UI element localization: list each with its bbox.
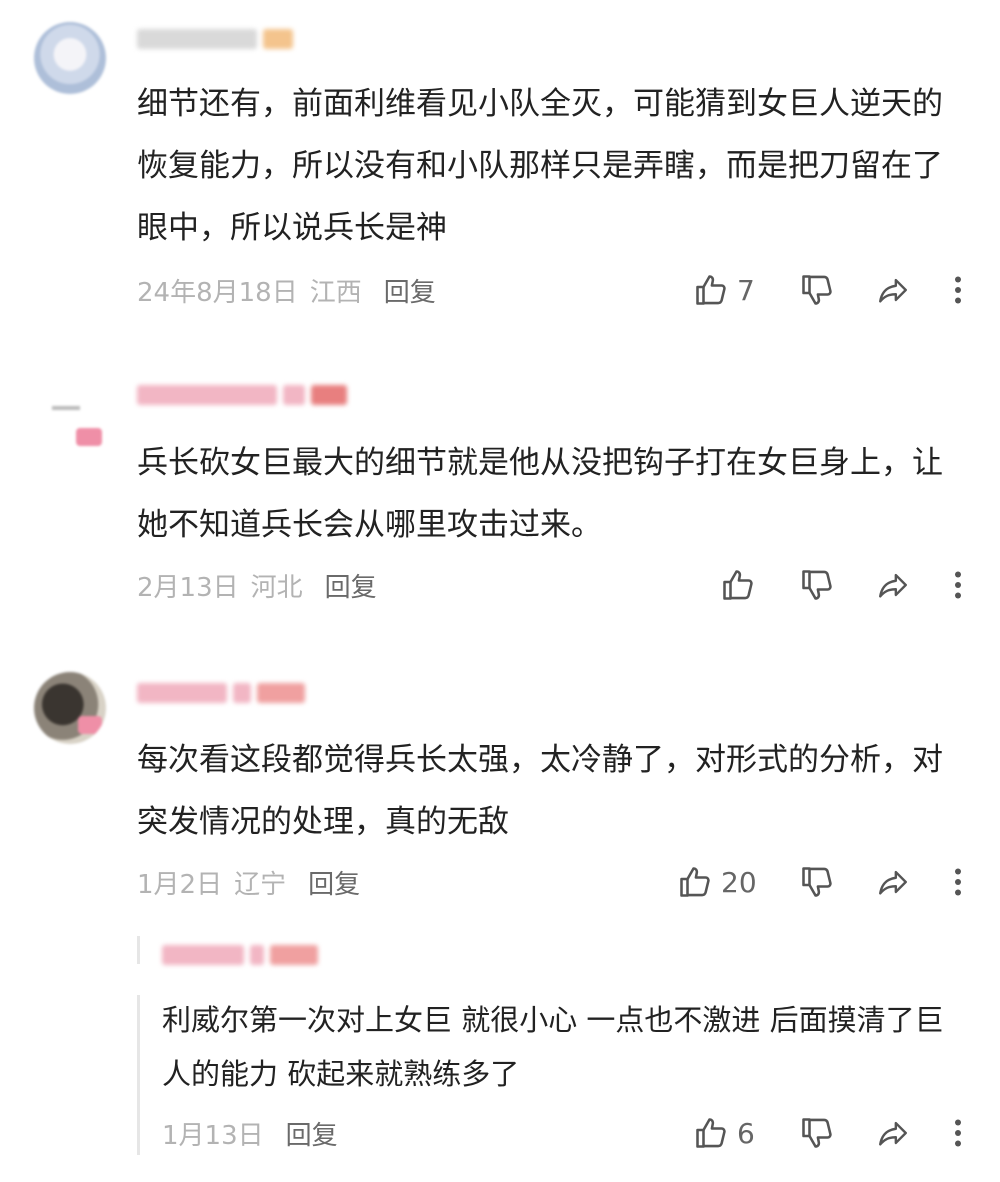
more-button[interactable] — [948, 270, 968, 310]
thumbs-down-icon — [799, 864, 835, 900]
reply-actions: 6 — [0, 1113, 1000, 1153]
thumbs-up-icon — [693, 1115, 729, 1151]
more-vertical-icon — [948, 864, 968, 900]
share-icon — [876, 865, 910, 899]
more-button[interactable] — [948, 862, 968, 902]
username-blurred[interactable] — [162, 938, 318, 972]
like-button[interactable]: 20 — [677, 862, 757, 902]
avatar[interactable] — [34, 22, 106, 94]
dislike-button[interactable] — [799, 270, 835, 310]
comment-actions — [0, 565, 1000, 605]
like-button[interactable]: 7 — [693, 270, 755, 310]
dislike-button[interactable] — [799, 1113, 835, 1153]
comment-text: 每次看这段都觉得兵长太强，太冷静了，对形式的分析，对突发情况的处理，真的无敌 — [137, 742, 943, 840]
username-blurred[interactable] — [137, 676, 305, 710]
more-vertical-icon — [948, 1115, 968, 1151]
share-icon — [876, 568, 910, 602]
thumbs-up-icon — [693, 272, 729, 308]
dislike-button[interactable] — [799, 862, 835, 902]
comment-text: 细节还有，前面利维看见小队全灭，可能猜到女巨人逆天的恢复能力，所以没有和小队那样… — [137, 86, 943, 246]
username-blurred[interactable] — [137, 22, 293, 56]
more-vertical-icon — [948, 272, 968, 308]
share-icon — [876, 1116, 910, 1150]
share-button[interactable] — [876, 565, 910, 605]
share-button[interactable] — [876, 862, 910, 902]
avatar[interactable] — [34, 374, 104, 446]
more-button[interactable] — [948, 565, 968, 605]
like-button[interactable]: 6 — [693, 1113, 755, 1153]
comment-actions: 7 — [0, 270, 1000, 310]
share-button[interactable] — [876, 270, 910, 310]
share-icon — [876, 273, 910, 307]
reply-text: 利威尔第一次对上女巨 就很小心 一点也不激进 后面摸清了巨人的能力 砍起来就熟练… — [162, 1003, 944, 1091]
username-blurred[interactable] — [137, 378, 347, 412]
share-button[interactable] — [876, 1113, 910, 1153]
thumbs-up-icon — [677, 864, 713, 900]
more-vertical-icon — [948, 567, 968, 603]
thumbs-down-icon — [799, 1115, 835, 1151]
more-button[interactable] — [948, 1113, 968, 1153]
thumbs-down-icon — [799, 567, 835, 603]
comment-actions: 20 — [0, 862, 1000, 902]
dislike-button[interactable] — [799, 565, 835, 605]
like-button[interactable] — [720, 565, 764, 605]
thread-line — [137, 936, 140, 964]
like-count: 7 — [737, 273, 755, 307]
avatar[interactable] — [34, 672, 106, 744]
comment-text: 兵长砍女巨最大的细节就是他从没把钩子打在女巨身上，让她不知道兵长会从哪里攻击过来… — [137, 445, 943, 543]
like-count: 6 — [737, 1116, 755, 1150]
thumbs-down-icon — [799, 272, 835, 308]
like-count: 20 — [721, 865, 757, 899]
thumbs-up-icon — [720, 567, 756, 603]
